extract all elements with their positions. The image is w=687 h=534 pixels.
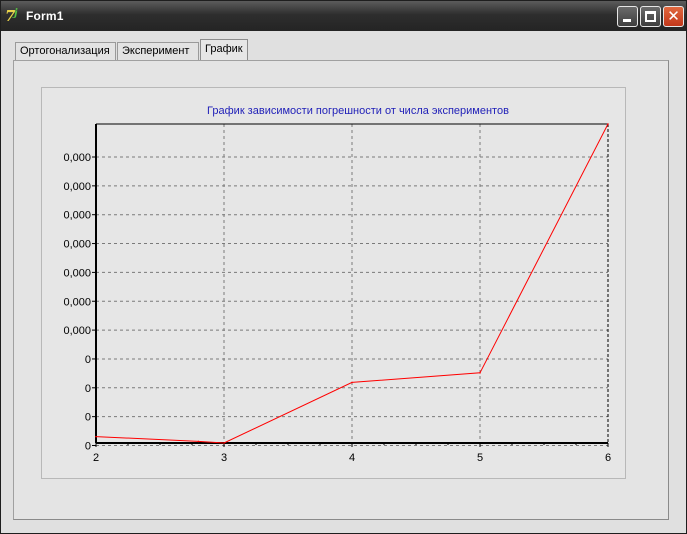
chart-panel: График зависимости погрешности от числа … — [41, 87, 626, 479]
maximize-icon — [645, 11, 656, 22]
tab-experiment[interactable]: Эксперимент — [117, 42, 199, 60]
y-tick-label: 0 — [85, 354, 91, 366]
app-window: 7j Form1 ✕ Ортогонализация Эксперимент Г… — [0, 0, 687, 534]
y-tick-label: 0,000 — [63, 181, 91, 193]
series-point — [223, 442, 225, 444]
y-tick-label: 0,000 — [63, 296, 91, 308]
window-title: Form1 — [26, 9, 64, 23]
y-tick-label: 0,000 — [63, 239, 91, 251]
tab-graph[interactable]: График — [200, 39, 248, 61]
x-tick-label: 2 — [93, 452, 99, 464]
y-tick-label: 0 — [85, 412, 91, 424]
y-tick-label: 0 — [85, 383, 91, 395]
minimize-icon — [623, 19, 631, 22]
series-point — [351, 381, 353, 384]
x-tick-label: 4 — [349, 452, 355, 464]
x-tick-label: 5 — [477, 452, 483, 464]
title-bar[interactable]: 7j Form1 ✕ — [1, 1, 686, 31]
maximize-button[interactable] — [640, 6, 661, 27]
series-point — [95, 435, 97, 438]
chart-svg: График зависимости погрешности от числа … — [63, 105, 611, 464]
series-point — [197, 440, 200, 443]
tab-orthogonalization[interactable]: Ортогонализация — [15, 42, 116, 60]
series-point — [479, 372, 481, 374]
y-tick-label: 0,000 — [63, 152, 91, 164]
y-tick-label: 0,000 — [63, 267, 91, 279]
x-tick-label: 3 — [221, 452, 227, 464]
y-tick-label: 0,000 — [63, 325, 91, 337]
y-tick-label: 0,000 — [63, 210, 91, 222]
series-point — [607, 123, 609, 125]
y-tick-label: 0 — [85, 441, 91, 453]
close-icon: ✕ — [667, 7, 680, 25]
app-icon[interactable]: 7j — [5, 6, 23, 26]
x-tick-label: 6 — [605, 452, 611, 464]
app-icon-sub-glyph: j — [14, 8, 18, 19]
minimize-button[interactable] — [617, 6, 638, 27]
chart-title: График зависимости погрешности от числа … — [207, 105, 509, 117]
close-button[interactable]: ✕ — [663, 6, 684, 27]
